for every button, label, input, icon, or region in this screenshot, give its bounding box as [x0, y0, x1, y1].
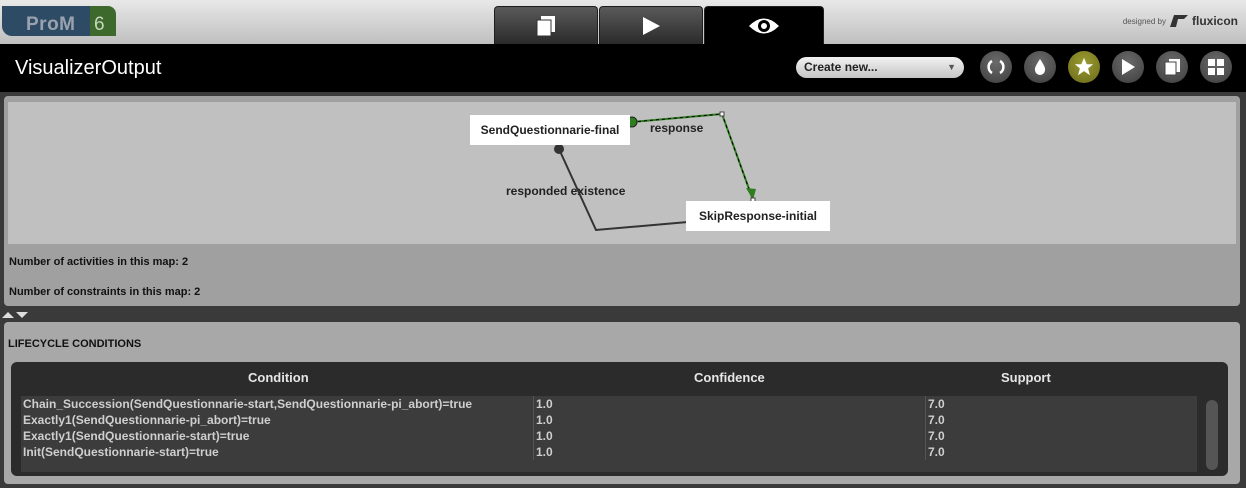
prom-logo: ProM 6: [2, 6, 116, 36]
map-panel: SendQuestionnarie-final SkipResponse-ini…: [4, 96, 1240, 306]
drop-icon: [1034, 59, 1046, 75]
table-scrollbar[interactable]: [1206, 400, 1218, 470]
cell-condition: Init(SendQuestionnarie-start)=true: [23, 445, 219, 459]
create-new-dropdown[interactable]: Create new... ▼: [796, 57, 964, 78]
cell-confidence: 1.0: [533, 396, 553, 412]
edge-handle[interactable]: [719, 111, 725, 117]
cell-condition: Exactly1(SendQuestionnarie-pi_abort)=tru…: [23, 413, 271, 427]
responded-existence-dot: [554, 144, 564, 154]
cell-support: 7.0: [925, 444, 945, 460]
favorite-button[interactable]: [1068, 51, 1100, 83]
cell-confidence: 1.0: [533, 428, 553, 444]
star-icon: [1074, 57, 1094, 76]
refresh-icon: [987, 59, 1005, 75]
column-header-support[interactable]: Support: [1001, 370, 1051, 385]
cell-confidence: 1.0: [533, 412, 553, 428]
cell-confidence: 1.0: [533, 444, 553, 460]
grid-icon: [1208, 59, 1224, 75]
collapse-arrows-icon[interactable]: [2, 311, 30, 319]
copy-button[interactable]: [1156, 51, 1188, 83]
brand-name: fluxicon: [1191, 14, 1238, 28]
designed-by: designed by fluxicon: [1123, 14, 1238, 28]
play-icon: [1122, 59, 1135, 75]
cell-support: 7.0: [925, 412, 945, 428]
logo-text: ProM: [26, 14, 76, 35]
tab-workspace[interactable]: [494, 6, 598, 44]
documents-icon: [536, 15, 555, 36]
tab-views[interactable]: [704, 6, 824, 44]
play-button[interactable]: [1112, 51, 1144, 83]
refresh-button[interactable]: [980, 51, 1012, 83]
constraints-count: Number of constraints in this map: 2: [9, 286, 201, 298]
logo-version: 6: [94, 14, 105, 35]
table-row[interactable]: Chain_Succession(SendQuestionnarie-start…: [21, 396, 1197, 412]
cell-support: 7.0: [925, 396, 945, 412]
cell-condition: Exactly1(SendQuestionnarie-start)=true: [23, 429, 250, 443]
designed-by-text: designed by: [1122, 16, 1166, 26]
node-skipresponse-initial[interactable]: SkipResponse-initial: [686, 201, 830, 231]
cell-condition: Chain_Succession(SendQuestionnarie-start…: [23, 397, 473, 411]
tab-actions[interactable]: [599, 6, 703, 44]
splitter[interactable]: [0, 308, 1246, 320]
cell-support: 7.0: [925, 428, 945, 444]
activities-count: Number of activities in this map: 2: [9, 256, 189, 268]
chevron-down-icon: ▼: [947, 62, 956, 72]
table-body: Chain_Succession(SendQuestionnarie-start…: [21, 396, 1197, 472]
top-bar: ProM 6 designed by fluxicon: [0, 0, 1246, 44]
edge-label-response: response: [650, 121, 704, 135]
edge-label-responded-existence: responded existence: [506, 184, 626, 198]
table-row[interactable]: Init(SendQuestionnarie-start)=true 1.0 7…: [21, 444, 1197, 460]
column-header-confidence[interactable]: Confidence: [694, 370, 765, 385]
graph-canvas[interactable]: SendQuestionnarie-final SkipResponse-ini…: [8, 102, 1236, 244]
drop-button[interactable]: [1024, 51, 1056, 83]
page-title: VisualizerOutput: [15, 57, 162, 79]
lifecycle-panel: LIFECYCLE CONDITIONS Condition Confidenc…: [4, 322, 1240, 484]
view-header: VisualizerOutput: [0, 44, 1246, 92]
table-row[interactable]: Exactly1(SendQuestionnarie-start)=true 1…: [21, 428, 1197, 444]
eye-icon: [749, 18, 779, 33]
fluxicon-logo-icon: [1169, 15, 1188, 27]
copy-icon: [1164, 59, 1180, 76]
node-sendquestionnarie-final[interactable]: SendQuestionnarie-final: [470, 115, 630, 145]
lifecycle-title: LIFECYCLE CONDITIONS: [8, 338, 142, 350]
grid-button[interactable]: [1200, 51, 1232, 83]
column-header-condition[interactable]: Condition: [248, 370, 309, 385]
table-row[interactable]: Exactly1(SendQuestionnarie-pi_abort)=tru…: [21, 412, 1197, 428]
create-new-label: Create new...: [804, 60, 878, 74]
lifecycle-table: Condition Confidence Support Chain_Succe…: [11, 362, 1228, 476]
play-icon: [643, 16, 660, 35]
